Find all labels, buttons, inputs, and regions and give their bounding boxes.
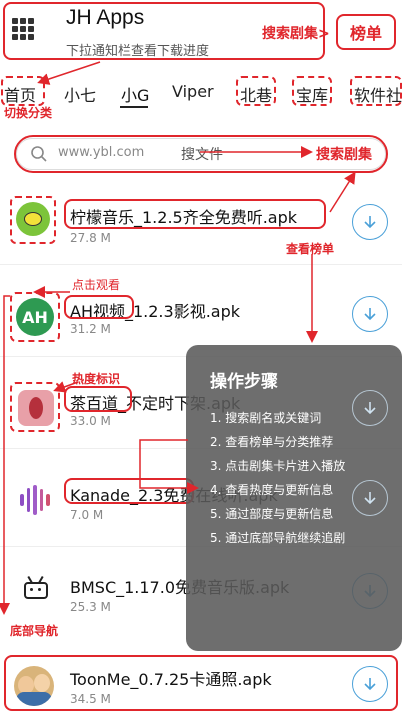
arrow-to-bottom-nav	[0, 295, 10, 615]
toonme-avatar-icon[interactable]	[14, 666, 54, 706]
download-button-6[interactable]	[352, 666, 388, 702]
app-icon-highlight-2	[10, 292, 60, 342]
app-name-6[interactable]: ToonMe_0.7.25卡通照.apk	[70, 666, 272, 690]
app-size-5: 25.3 M	[70, 600, 111, 614]
ranking-button[interactable]: 榜单	[336, 14, 396, 50]
app-size-2: 31.2 M	[70, 322, 111, 336]
tab-baoku-highlight	[292, 76, 332, 106]
app-size-1: 27.8 M	[70, 231, 111, 245]
tab-ruanjianshe-highlight	[350, 76, 402, 106]
tv-icon[interactable]	[22, 575, 50, 600]
app-size-4: 7.0 M	[70, 508, 104, 522]
app-icon-highlight-3	[10, 382, 60, 432]
download-arrow-icon	[364, 678, 376, 691]
app-name-highlight-2	[64, 295, 134, 319]
download-arrow-icon	[364, 492, 376, 505]
app-size-6: 34.5 M	[70, 692, 111, 706]
app-size-3: 33.0 M	[70, 414, 111, 428]
apps-grid-icon[interactable]	[12, 18, 34, 40]
app-subtitle: 下拉通知栏查看下载进度	[66, 44, 210, 59]
tab-xiaog[interactable]: 小G	[121, 82, 149, 106]
download-button-4[interactable]	[352, 480, 388, 516]
overlay-title: 操作步骤	[210, 372, 278, 392]
app-screen: JH Apps 下拉通知栏查看下载进度 搜索剧集> 榜单 首页 小七 小G Vi…	[0, 0, 402, 714]
search-series-annotation: 搜索剧集	[316, 147, 372, 163]
app-name-highlight-1	[64, 199, 326, 229]
ranking-button-label: 榜单	[349, 24, 382, 43]
switch-category-annotation: 切换分类	[4, 106, 53, 120]
tab-viper[interactable]: Viper	[172, 82, 214, 101]
download-button-1[interactable]	[352, 204, 388, 240]
search-series-link[interactable]: 搜索剧集>	[262, 23, 330, 43]
row-divider	[0, 264, 402, 265]
overlay-step: 2. 查看榜单与分类推荐	[210, 435, 334, 449]
overlay-step: 3. 点击剧集卡片进入播放	[210, 459, 346, 473]
tab-home-highlight	[1, 76, 45, 106]
click-to-watch-annotation: 点击观看	[72, 278, 121, 292]
arrow-to-search-series	[329, 171, 356, 213]
app-title: JH Apps	[66, 6, 145, 29]
tab-xiaoqi[interactable]: 小七	[64, 82, 96, 106]
active-tab-indicator	[120, 106, 148, 108]
heat-tag-annotation: 热度标识	[72, 372, 121, 386]
overlay-step: 5. 通过底部导航继续追剧	[210, 531, 346, 545]
app-icon-highlight-1	[10, 196, 56, 244]
app-name-highlight-3	[64, 386, 132, 412]
tab-beixiang-highlight	[236, 76, 276, 106]
download-button-2[interactable]	[352, 296, 388, 332]
download-button-3[interactable]	[352, 390, 388, 426]
app-name-highlight-4	[64, 478, 194, 504]
bottom-nav-annotation: 底部导航	[10, 624, 59, 638]
download-arrow-icon	[364, 216, 376, 229]
arrow-to-tabs	[37, 61, 101, 85]
sound-wave-icon[interactable]	[20, 484, 50, 516]
view-ranking-annotation: 查看榜单	[286, 242, 335, 256]
download-arrow-icon	[364, 308, 376, 321]
download-arrow-icon	[364, 402, 376, 415]
